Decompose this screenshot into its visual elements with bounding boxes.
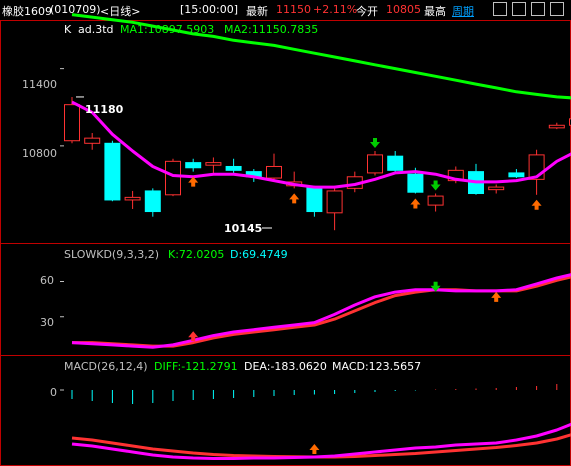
sell-arrow-icon [430,180,441,191]
candle-down [306,186,323,213]
macd-dea-value: DEA:-183.0620 [244,360,327,373]
macd-diff-line [71,422,571,460]
candle-up [367,154,383,174]
macd-diff-value: DIFF:-121.2791 [154,360,238,373]
macd-title: MACD(26,12,4) [64,360,148,373]
candle-up [488,186,505,191]
adjust-label: ad.3td [78,23,114,36]
macd-tick-0: 0 [50,386,57,399]
k-label: K [64,23,72,36]
candle-up [64,104,80,142]
candle-up [548,124,565,129]
buy-arrow-icon [188,176,199,187]
kd-tick-60: 60 [40,274,54,287]
kd-k-line [71,273,571,349]
kd-d-value: D:69.4749 [230,248,288,261]
kd-k-value: K:72.0205 [168,248,225,261]
kd-d-line [72,275,571,348]
ma1-line [71,100,571,189]
candle-down [104,142,121,201]
candle-down [508,172,525,178]
buy-arrow-icon [531,199,542,210]
candle-up [84,137,101,144]
macd-hist-value: MACD:123.5657 [332,360,422,373]
candle-up [266,165,282,179]
buy-arrow-icon [289,193,300,204]
sell-arrow-icon [370,138,380,149]
kline-chart[interactable] [0,0,571,466]
buy-arrow-icon [410,198,421,209]
kline-window: { "header": { "instrument": "橡胶1609", "c… [0,0,571,466]
candle-up [205,162,222,166]
candle-up [326,190,343,214]
candle-down [407,173,424,193]
price-tick-11400: 11400 [22,78,57,91]
candle-down [144,190,161,213]
kd-buy-arrow-icon [491,291,502,302]
price-tick-10800: 10800 [22,147,57,160]
candle-up [124,196,141,201]
candle-up [427,195,444,206]
candle-up [165,160,181,196]
high-annotation: 11180 [85,103,124,116]
candle-down [225,165,242,171]
low-annotation: 10145 [224,222,263,235]
macd-buy-arrow-icon [309,444,320,454]
candle-down [387,155,404,171]
kd-tick-30: 30 [40,316,54,329]
candle-down [185,162,202,169]
kd-title: SLOWKD(9,3,3,2) [64,248,160,261]
macd-dea-line [71,433,571,459]
ma2-legend: MA2:11150.7835 [224,23,319,36]
ma1-legend: MA1:10897.5903 [120,23,215,36]
